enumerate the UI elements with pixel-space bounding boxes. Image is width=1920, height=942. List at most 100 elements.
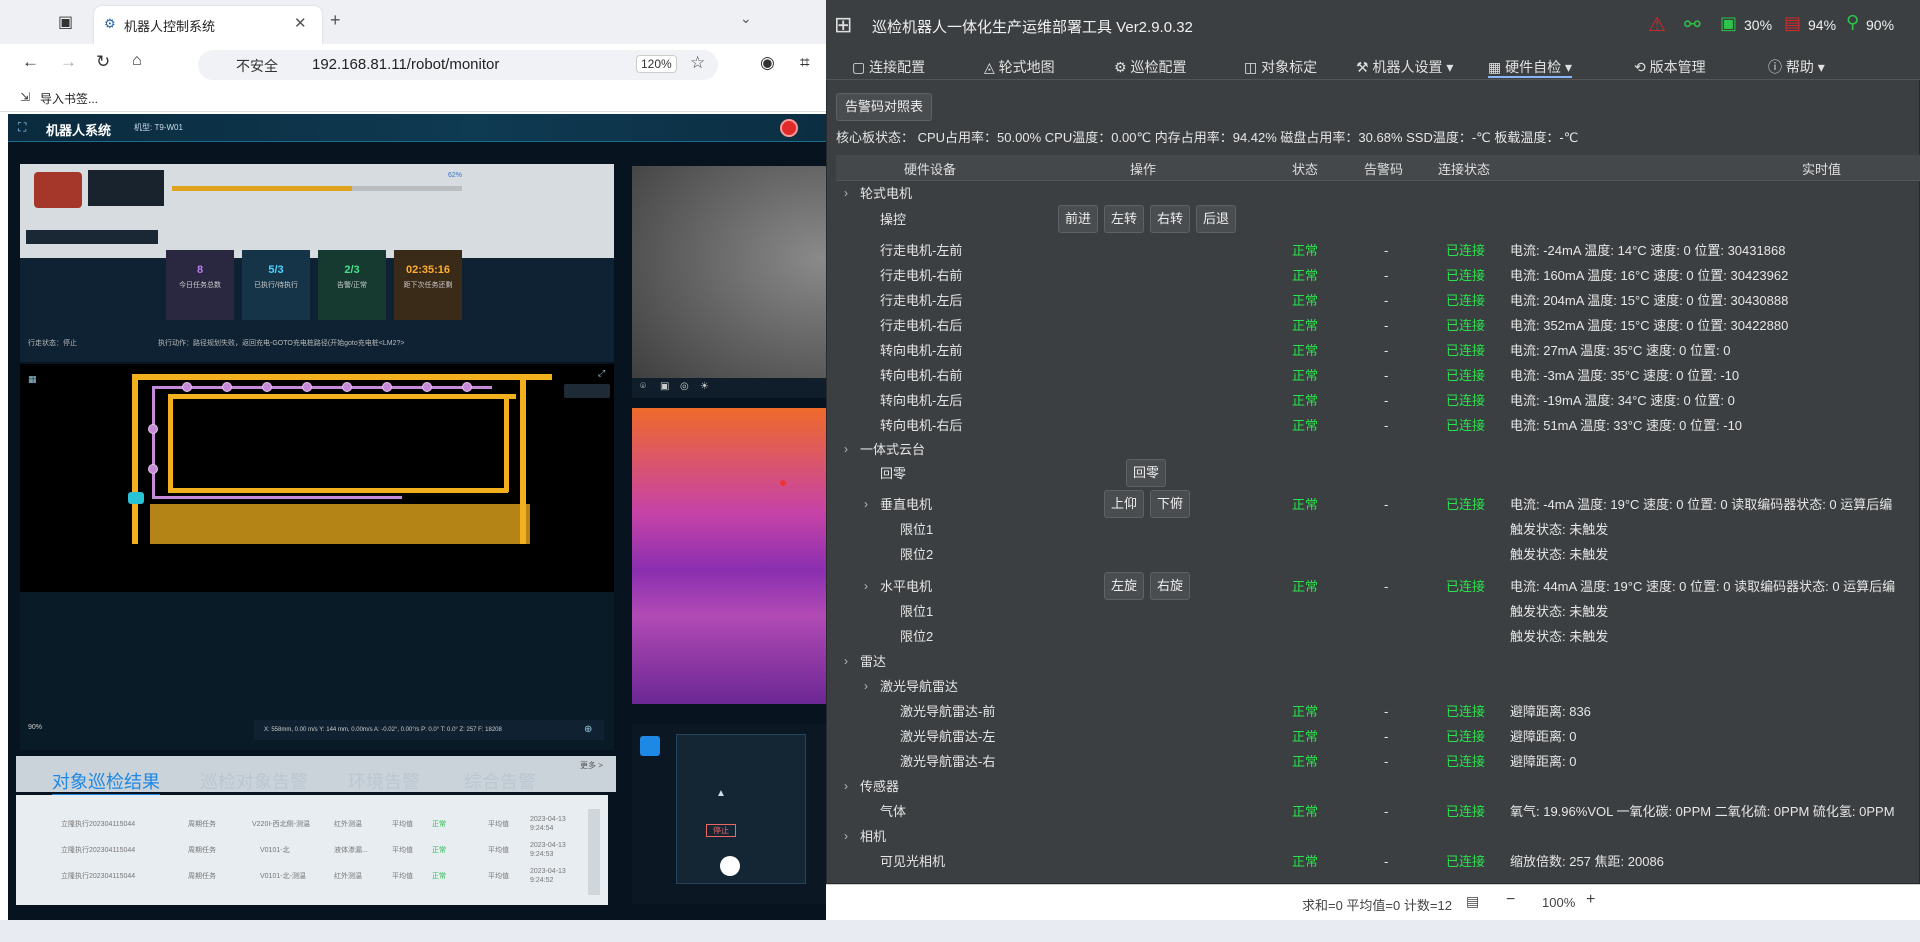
route-node[interactable] [302,382,312,392]
forward-icon[interactable]: → [60,52,77,72]
tab-close-icon[interactable]: ✕ [294,14,307,32]
tab-all-alarm[interactable]: 综合告警 [464,768,536,794]
route-node[interactable] [148,424,158,434]
route-node[interactable] [342,382,352,392]
forward-button[interactable]: 前进 [1058,205,1099,233]
map-tool-icon[interactable]: ▦ [28,374,37,385]
route-node[interactable] [148,464,158,474]
import-bookmarks-link[interactable]: 导入书签... [40,90,98,107]
task-select[interactable] [26,230,158,244]
expand-arrow-icon[interactable]: › [844,774,848,799]
menu-patrol-config[interactable]: ⚙ 巡检配置 [1114,56,1186,78]
group-ptz[interactable]: › 一体式云台 [836,437,1920,462]
more-link[interactable]: 更多 > [580,760,603,771]
back-icon[interactable]: ← [22,52,39,72]
turn-left-button[interactable]: 左转 [1104,205,1145,233]
row-motor[interactable]: 转向电机-右前 正常 - 已连接 电流: -3mA 温度: 35°C 速度: 0 位置:… [836,363,1920,388]
zoom-in-icon[interactable]: + [1586,891,1595,909]
url-bar[interactable]: 不安全 192.168.81.11/robot/monitor 120% ☆ [198,50,718,80]
stop-button[interactable]: 停止 [706,824,736,837]
menu-version[interactable]: ⟲ 版本管理 [1634,56,1706,78]
turn-right-button[interactable]: 右转 [1150,205,1191,233]
row-motor[interactable]: 转向电机-右后 正常 - 已连接 电流: 51mA 温度: 33°C 速度: 0 位置:… [836,413,1920,438]
row-motor[interactable]: 行走电机-左后 正常 - 已连接 电流: 204mA 温度: 15°C 速度: 0 位置… [836,288,1920,313]
browser-tab-active[interactable]: ⚙ 机器人控制系统 ✕ [94,6,322,44]
expand-arrow-icon[interactable]: › [864,492,868,517]
route-node[interactable] [222,382,232,392]
zoom-out-icon[interactable]: − [1506,891,1515,909]
layer-select[interactable] [564,384,610,398]
zoom-indicator[interactable]: 120% [636,55,677,73]
group-sensor[interactable]: › 传感器 [836,774,1920,799]
rotate-left-button[interactable]: 左旋 [1104,572,1145,600]
url-text[interactable]: 192.168.81.11/robot/monitor [312,56,499,73]
group-wheel-motor[interactable]: › 轮式电机 [836,181,1920,206]
favorite-star-icon[interactable]: ☆ [690,53,705,73]
route-node[interactable] [422,382,432,392]
light-icon[interactable]: ☀ [700,381,709,392]
expand-arrow-icon[interactable]: › [844,824,848,849]
backward-button[interactable]: 后退 [1196,205,1237,233]
snapshot-icon[interactable]: ⌾ [640,381,646,392]
expand-arrow-icon[interactable]: › [864,674,868,699]
focus-icon[interactable]: ◎ [680,381,689,392]
row-motor[interactable]: 行走电机-右前 正常 - 已连接 电流: 160mA 温度: 16°C 速度: 0 位置… [836,263,1920,288]
table-row[interactable]: 立隆执行202304115044 周期任务 V220I-西北侧-测温 红外测温 … [16,811,608,837]
menu-object-calibration[interactable]: ◫ 对象标定 [1244,56,1317,78]
menu-help[interactable]: ⓘ 帮助 ▾ [1768,56,1825,78]
group-radar[interactable]: › 雷达 [836,649,1920,674]
expand-arrow-icon[interactable]: › [844,181,848,206]
tilt-down-button[interactable]: 下俯 [1150,490,1191,518]
rotate-right-button[interactable]: 右旋 [1150,572,1191,600]
zoom-level[interactable]: 100% [1542,895,1575,910]
expand-arrow-icon[interactable]: › [844,437,848,462]
row-visible-camera[interactable]: 可见光相机 正常 - 已连接 缩放倍数: 257 焦距: 20086 [836,849,1920,874]
panel-tab-control-icon[interactable] [640,736,660,756]
home-icon[interactable]: ⌂ [132,52,142,70]
tab-object-alarm[interactable]: 巡检对象告警 [200,768,308,794]
expand-arrow-icon[interactable]: › [844,649,848,674]
table-row[interactable]: 立隆执行202304115044 周期任务 V0101-北 液体渗漏... 平均… [16,837,608,863]
group-camera[interactable]: › 相机 [836,824,1920,849]
import-bookmarks-icon[interactable]: ⇲ [20,90,30,104]
row-gas[interactable]: 气体 正常 - 已连接 氧气: 19.96%VOL 一氧化碳: 0PPM 二氧化… [836,799,1920,824]
page-view-icon[interactable]: ▤ [1466,893,1479,910]
tab-inspection-results[interactable]: 对象巡检结果 [52,768,160,796]
route-node[interactable] [382,382,392,392]
row-motor[interactable]: 转向电机-左前 正常 - 已连接 电流: 27mA 温度: 35°C 速度: 0 位置:… [836,338,1920,363]
fullscreen-icon[interactable]: ⤢ [598,368,605,379]
tilt-up-button[interactable]: 上仰 [1104,490,1145,518]
profile-icon[interactable]: ◉ [760,53,775,73]
route-node[interactable] [462,382,472,392]
screenshot-icon[interactable]: ⌗ [800,53,810,73]
row-horizontal-motor[interactable]: › 水平电机 左旋 右旋 正常 - 已连接 电流: 44mA 温度: 19°C … [836,572,1920,600]
alarm-code-table-button[interactable]: 告警码对照表 [836,93,932,121]
tab-list-chevron-icon[interactable]: ⌄ [740,10,752,27]
row-motor[interactable]: 行走电机-左前 正常 - 已连接 电流: -24mA 温度: 14°C 速度: 0 位置… [836,238,1920,263]
menu-hardware-check[interactable]: ▦ 硬件自检 ▾ [1488,56,1573,78]
table-row[interactable]: 立隆执行202304115044 周期任务 V0101-北-测温 红外测温 平均… [16,863,608,889]
inspection-map[interactable]: ⤢ ▦ [20,364,614,592]
menu-connection[interactable]: ▢ 连接配置 [852,56,925,78]
route-node[interactable] [182,382,192,392]
row-lidar[interactable]: 激光导航雷达-左 正常 - 已连接 避障距离: 0 [836,724,1920,749]
group-laser-radar[interactable]: › 激光导航雷达 [836,674,1920,699]
expand-arrow-icon[interactable]: › [864,574,868,599]
menu-wheel-map[interactable]: ◬ 轮式地图 [984,56,1055,78]
url-security-label[interactable]: 不安全 [236,56,278,76]
row-lidar[interactable]: 激光导航雷达-前 正常 - 已连接 避障距离: 836 [836,699,1920,724]
locate-icon[interactable]: ⊕ [584,724,592,735]
route-node[interactable] [262,382,272,392]
arrow-up-icon[interactable]: ▲ [716,788,726,799]
tab-overview-icon[interactable]: ▣ [58,12,73,32]
home-button[interactable]: 回零 [1126,459,1167,487]
reload-icon[interactable]: ↻ [96,52,110,72]
emergency-stop-button[interactable] [780,119,798,137]
row-lidar[interactable]: 激光导航雷达-右 正常 - 已连接 避障距离: 0 [836,749,1920,774]
row-motor[interactable]: 转向电机-左后 正常 - 已连接 电流: -19mA 温度: 34°C 速度: 0 位置… [836,388,1920,413]
table-scrollbar[interactable] [588,809,600,895]
menu-robot-settings[interactable]: ⚒ 机器人设置 ▾ [1356,56,1453,78]
record-icon[interactable]: ▣ [660,381,669,392]
new-tab-icon[interactable]: + [330,10,341,31]
speed-knob[interactable] [720,856,740,876]
